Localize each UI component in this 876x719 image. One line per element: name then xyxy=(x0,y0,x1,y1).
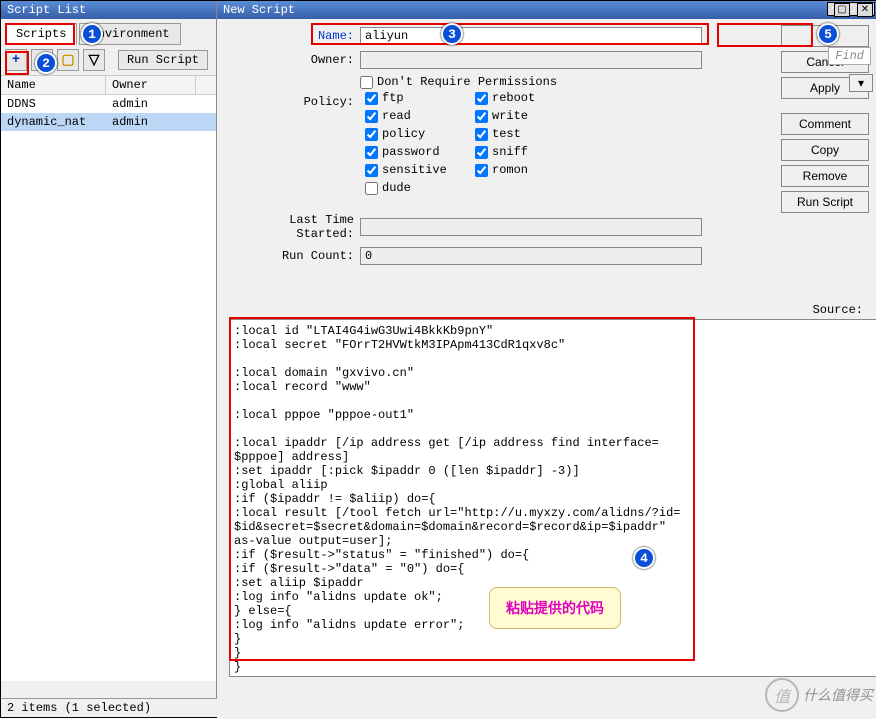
find-input[interactable]: Find xyxy=(828,47,871,65)
comment-button[interactable]: Comment xyxy=(781,113,869,135)
policy-read[interactable]: read xyxy=(365,109,465,123)
row1-name: dynamic_nat xyxy=(1,114,106,130)
filter-button[interactable]: ▽ xyxy=(83,49,105,71)
add-button[interactable]: + xyxy=(5,49,27,71)
filter-combo[interactable]: ▾ xyxy=(849,74,873,92)
owner-input xyxy=(360,51,702,69)
policy-ftp[interactable]: ftp xyxy=(365,91,465,105)
col-name-header[interactable]: Name xyxy=(1,76,106,94)
run-script-button-left[interactable]: Run Script xyxy=(118,50,208,70)
host-maximize-icon[interactable]: ▢ xyxy=(834,3,850,17)
policy-sniff[interactable]: sniff xyxy=(475,145,575,159)
new-script-titlebar: New Script ━ ▢ ✕ xyxy=(217,1,876,19)
remove-button[interactable]: − xyxy=(31,49,53,71)
dont-require-checkbox[interactable]: Don't Require Permissions xyxy=(360,75,557,89)
script-list-title: Script List xyxy=(7,3,86,17)
run-count-label: Run Count: xyxy=(225,249,360,263)
name-input[interactable] xyxy=(360,27,702,45)
new-script-title: New Script xyxy=(223,3,295,17)
row0-owner: admin xyxy=(106,96,196,112)
script-list-titlebar: Script List xyxy=(1,1,216,19)
new-script-window: New Script ━ ▢ ✕ Name: Owner: Don't Requ… xyxy=(217,1,876,719)
policy-sensitive[interactable]: sensitive xyxy=(365,163,465,177)
copy-button[interactable]: Copy xyxy=(781,139,869,161)
name-label: Name: xyxy=(225,29,360,43)
row0-name: DDNS xyxy=(1,96,106,112)
policy-test[interactable]: test xyxy=(475,127,575,141)
last-time-label: Last Time Started: xyxy=(225,213,360,241)
policy-reboot[interactable]: reboot xyxy=(475,91,575,105)
ok-button[interactable]: OK xyxy=(781,25,869,47)
run-count-input xyxy=(360,247,702,265)
owner-label: Owner: xyxy=(225,53,360,67)
list-row[interactable]: dynamic_nat admin xyxy=(1,113,216,131)
tabs-bar: Scripts Environment xyxy=(1,19,216,45)
policy-write[interactable]: write xyxy=(475,109,575,123)
source-label: Source: xyxy=(813,303,863,317)
policy-romon[interactable]: romon xyxy=(475,163,575,177)
run-script-button-dialog[interactable]: Run Script xyxy=(781,191,869,213)
policy-label: Policy: xyxy=(225,95,360,109)
row1-owner: admin xyxy=(106,114,196,130)
script-toolbar: + − ▢ ▽ Run Script xyxy=(1,45,216,76)
source-textarea[interactable] xyxy=(229,319,876,677)
policy-policy[interactable]: policy xyxy=(365,127,465,141)
tab-scripts[interactable]: Scripts xyxy=(5,23,77,45)
policy-password[interactable]: password xyxy=(365,145,465,159)
tab-environment[interactable]: Environment xyxy=(79,23,180,45)
list-row[interactable]: DDNS admin xyxy=(1,95,216,113)
host-close-icon[interactable]: ✕ xyxy=(857,3,873,17)
remove-dialog-button[interactable]: Remove xyxy=(781,165,869,187)
status-bar: 2 items (1 selected) xyxy=(1,698,217,717)
col-owner-header[interactable]: Owner xyxy=(106,76,196,94)
script-list-body[interactable]: DDNS admin dynamic_nat admin xyxy=(1,95,216,681)
enable-button[interactable]: ▢ xyxy=(57,49,79,71)
policy-dude[interactable]: dude xyxy=(365,181,465,195)
dialog-body: Name: Owner: Don't Require Permissions P… xyxy=(217,19,876,719)
list-header: Name Owner xyxy=(1,76,216,95)
host-window-buttons: ▢ ✕ xyxy=(834,2,873,17)
script-list-window: Script List Scripts Environment + − ▢ ▽ … xyxy=(1,1,217,717)
last-time-input xyxy=(360,218,702,236)
